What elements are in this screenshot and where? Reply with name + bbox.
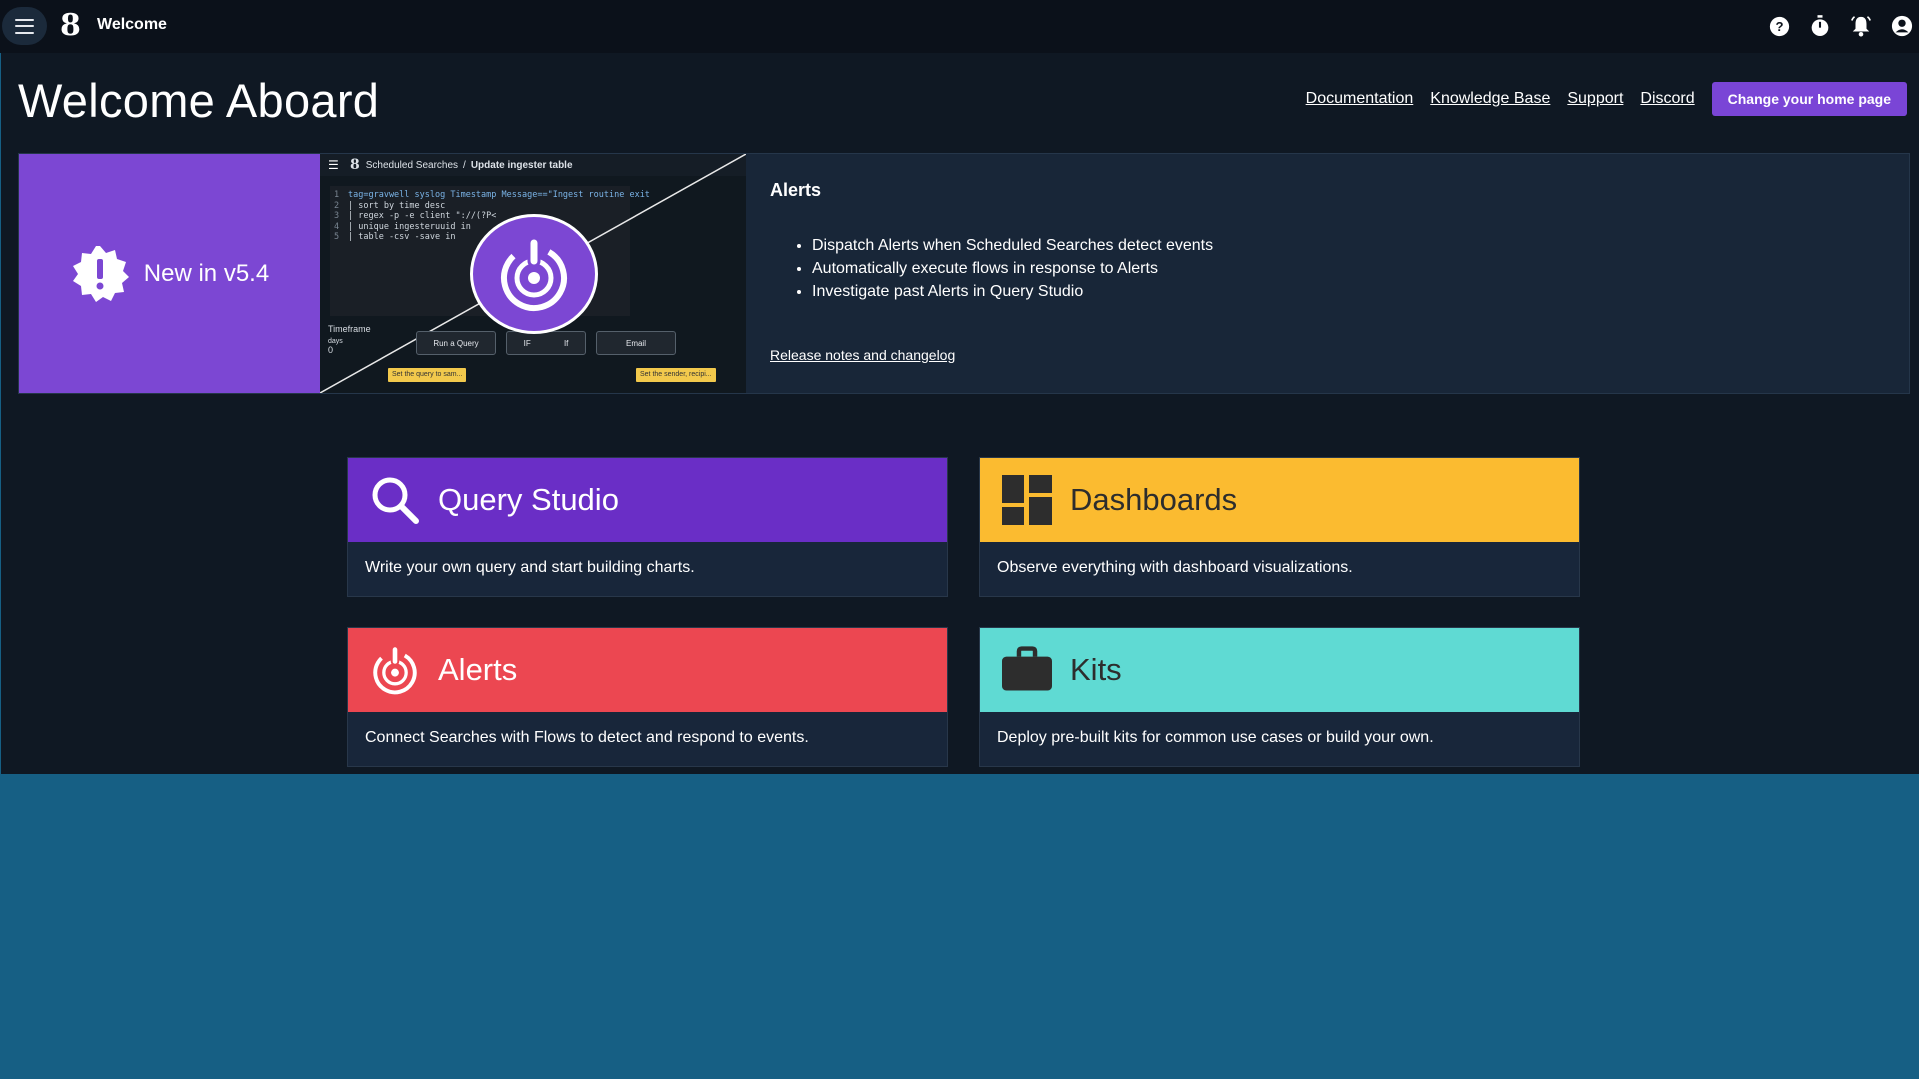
alerts-preview-image: ☰ 8 Scheduled Searches / Update ingester… xyxy=(320,154,746,393)
main-content: Welcome Aboard Documentation Knowledge B… xyxy=(1,53,1919,774)
change-home-page-button[interactable]: Change your home page xyxy=(1711,82,1907,116)
query-studio-card[interactable]: Query Studio Write your own query and st… xyxy=(347,457,948,597)
search-icon xyxy=(370,475,420,525)
main-menu-button[interactable] xyxy=(2,7,47,45)
svg-text:?: ? xyxy=(1775,18,1783,33)
dashboards-card-header: Dashboards xyxy=(980,458,1579,542)
kits-title: Kits xyxy=(1070,652,1122,687)
kits-card[interactable]: Kits Deploy pre-built kits for common us… xyxy=(979,627,1580,767)
discord-link[interactable]: Discord xyxy=(1640,90,1694,108)
notifications-icon[interactable] xyxy=(1850,12,1872,40)
dashboards-title: Dashboards xyxy=(1070,482,1238,517)
preview-timeframe: Timeframe days 0 xyxy=(328,324,371,355)
preview-days-label: days xyxy=(328,338,343,345)
preview-alerts-badge xyxy=(470,214,598,334)
new-version-box: New in v5.4 xyxy=(19,154,320,393)
release-bullets: Dispatch Alerts when Scheduled Searches … xyxy=(812,234,1909,303)
alerts-title: Alerts xyxy=(438,652,518,687)
query-studio-description: Write your own query and start building … xyxy=(365,559,695,576)
release-banner: New in v5.4 ☰ 8 Scheduled Searches / Upd… xyxy=(18,153,1910,394)
briefcase-icon xyxy=(1002,645,1052,695)
preview-flow-node-query: Run a Query xyxy=(416,331,496,355)
dashboard-icon xyxy=(1002,475,1052,525)
announcement-icon xyxy=(72,245,129,302)
alerts-card-header: Alerts xyxy=(348,628,947,712)
release-bullet: Investigate past Alerts in Query Studio xyxy=(812,280,1909,303)
preview-flow-node-email: Email xyxy=(596,331,676,355)
preview-flow-node-if: IF If xyxy=(506,331,586,355)
top-bar: 8 Welcome ? xyxy=(0,0,1919,53)
gravwell-logo[interactable]: 8 xyxy=(60,11,81,41)
support-link[interactable]: Support xyxy=(1567,90,1623,108)
preview-note-email: Set the sender, recipi... xyxy=(636,368,716,382)
page-title: Welcome Aboard xyxy=(18,74,380,127)
knowledge-base-link[interactable]: Knowledge Base xyxy=(1430,90,1550,108)
kits-card-header: Kits xyxy=(980,628,1579,712)
query-studio-title: Query Studio xyxy=(438,482,619,517)
preview-timeframe-label: Timeframe xyxy=(328,324,371,334)
alerts-card[interactable]: Alerts Connect Searches with Flows to de… xyxy=(347,627,948,767)
release-info: Alerts Dispatch Alerts when Scheduled Se… xyxy=(746,154,1909,393)
new-version-label: New in v5.4 xyxy=(143,259,270,287)
release-heading: Alerts xyxy=(770,180,822,200)
preview-note-query: Set the query to sam... xyxy=(388,368,467,382)
help-icon[interactable]: ? xyxy=(1768,12,1790,40)
preview-flow-node-if-label: IF xyxy=(523,338,531,348)
documentation-link[interactable]: Documentation xyxy=(1306,90,1414,108)
alerts-icon xyxy=(501,236,567,311)
query-studio-card-header: Query Studio xyxy=(348,458,947,542)
kits-description: Deploy pre-built kits for common use cas… xyxy=(997,729,1434,746)
app-title: Welcome xyxy=(97,16,167,33)
release-bullet: Dispatch Alerts when Scheduled Searches … xyxy=(812,234,1909,257)
alerts-description: Connect Searches with Flows to detect an… xyxy=(365,729,809,746)
header-links: Documentation Knowledge Base Support Dis… xyxy=(1289,82,1907,116)
preview-days-value: 0 xyxy=(328,345,334,355)
preview-flow: Run a Query IF If Email xyxy=(416,331,676,355)
alerts-icon xyxy=(370,645,420,695)
account-icon[interactable] xyxy=(1891,12,1913,40)
dashboards-card[interactable]: Dashboards Observe everything with dashb… xyxy=(979,457,1580,597)
release-notes-link[interactable]: Release notes and changelog xyxy=(770,347,955,363)
preview-flow-node-if-sub: If xyxy=(563,338,569,348)
timer-icon[interactable] xyxy=(1809,12,1831,40)
hamburger-icon xyxy=(15,18,34,34)
release-bullet: Automatically execute flows in response … xyxy=(812,257,1909,280)
dashboards-description: Observe everything with dashboard visual… xyxy=(997,559,1353,576)
